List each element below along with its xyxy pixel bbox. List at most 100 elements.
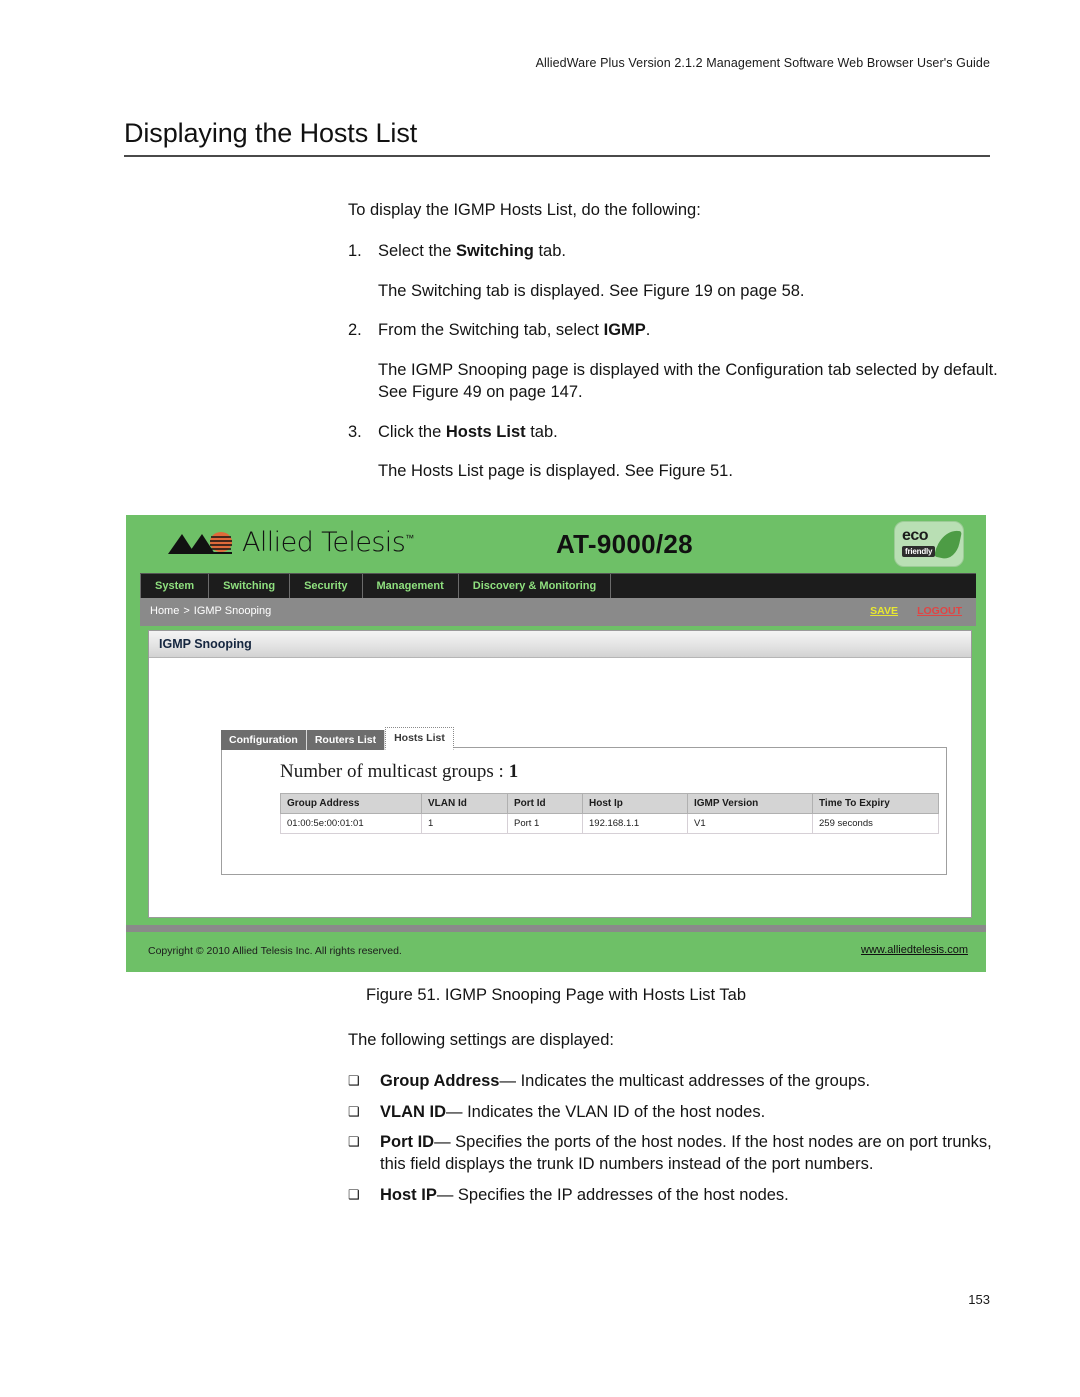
- device-footer: Copyright © 2010 Allied Telesis Inc. All…: [126, 925, 986, 972]
- col-vlan-id: VLAN Id: [421, 793, 508, 814]
- breadcrumb: Home > IGMP Snooping: [150, 605, 271, 617]
- bullet-square-icon: ❑: [348, 1072, 360, 1088]
- bullet-host-ip: ❑ Host IP— Specifies the IP addresses of…: [348, 1185, 1008, 1207]
- step-2-lead: From the Switching tab, select: [378, 321, 604, 340]
- tab-configuration[interactable]: Configuration: [221, 730, 307, 751]
- main-nav: System Switching Security Management Dis…: [140, 573, 976, 598]
- nav-tab-system[interactable]: System: [140, 574, 210, 598]
- intro-paragraph: To display the IGMP Hosts List, do the f…: [348, 201, 701, 219]
- col-time-to-expiry: Time To Expiry: [812, 793, 939, 814]
- bullet-square-icon: ❑: [348, 1134, 360, 1150]
- content-panel: IGMP Snooping Configuration Routers List…: [148, 630, 972, 918]
- step-2-tail: .: [645, 321, 651, 340]
- running-header: AlliedWare Plus Version 2.1.2 Management…: [535, 56, 990, 70]
- bullet-group-address: ❑ Group Address— Indicates the multicast…: [348, 1071, 1008, 1093]
- hosts-list-content: Number of multicast groups :1 Group Addr…: [221, 747, 947, 875]
- step-1-lead: Select the: [378, 241, 456, 260]
- cell-time-to-expiry: 259 seconds: [812, 813, 939, 834]
- footer-copyright: Copyright © 2010 Allied Telesis Inc. All…: [148, 945, 402, 957]
- nav-tab-discovery-monitoring[interactable]: Discovery & Monitoring: [459, 574, 612, 598]
- step-3-lead: Click the: [378, 422, 446, 441]
- sub-tabs: Configuration Routers List Hosts List: [221, 727, 454, 751]
- cell-vlan-id: 1: [421, 813, 508, 834]
- step-1-tail: tab.: [533, 241, 566, 260]
- multicast-group-count-value: 1: [508, 761, 519, 782]
- step-3-tail: tab.: [525, 422, 558, 441]
- bullet-term-vlan-id: VLAN ID: [380, 1102, 446, 1121]
- col-host-ip: Host Ip: [582, 793, 688, 814]
- multicast-group-count-label: Number of multicast groups :: [280, 761, 504, 782]
- breadcrumb-separator: >: [183, 605, 190, 617]
- eco-badge-sub: friendly: [902, 546, 936, 557]
- breadcrumb-current: IGMP Snooping: [193, 605, 272, 617]
- step-3-number: 3.: [348, 422, 362, 441]
- document-page: AlliedWare Plus Version 2.1.2 Management…: [0, 0, 1080, 1397]
- step-2-text: From the Switching tab, select IGMP.: [378, 320, 1008, 342]
- figure-device-screenshot: Allied Telesis™ AT-9000/28 eco friendly …: [126, 515, 986, 972]
- breadcrumb-bar: Home > IGMP Snooping SAVE LOGOUT: [140, 598, 976, 626]
- nav-tab-management[interactable]: Management: [363, 574, 459, 598]
- tab-hosts-list[interactable]: Hosts List: [385, 727, 454, 751]
- step-2-number: 2.: [348, 321, 362, 340]
- page-title: Displaying the Hosts List: [124, 118, 418, 148]
- step-1-result: The Switching tab is displayed. See Figu…: [378, 281, 805, 300]
- title-divider: [124, 155, 990, 157]
- col-group-address: Group Address: [280, 793, 422, 814]
- trademark-symbol: ™: [405, 534, 414, 544]
- col-port-id: Port Id: [507, 793, 583, 814]
- step-1-text: Select the Switching tab.: [378, 241, 1008, 263]
- step-2-result: The IGMP Snooping page is displayed with…: [378, 361, 998, 401]
- device-model: AT-9000/28: [556, 529, 693, 559]
- breadcrumb-home[interactable]: Home: [150, 605, 179, 617]
- col-igmp-version: IGMP Version: [687, 793, 813, 814]
- figure-caption: Figure 51. IGMP Snooping Page with Hosts…: [365, 986, 746, 1004]
- step-2-bold: IGMP: [603, 321, 646, 340]
- bullet-square-icon: ❑: [348, 1186, 360, 1202]
- bullet-term-port-id: Port ID: [380, 1133, 435, 1152]
- tab-routers-list[interactable]: Routers List: [306, 730, 386, 751]
- step-3-text: Click the Hosts List tab.: [378, 422, 1008, 444]
- bullet-term-group-address: Group Address: [380, 1071, 500, 1090]
- logout-button[interactable]: LOGOUT: [917, 605, 962, 617]
- step-1: 1. Select the Switching tab.: [348, 241, 1008, 263]
- cell-group-address: 01:00:5e:00:01:01: [280, 813, 422, 834]
- body-column: To display the IGMP Hosts List, do the f…: [348, 200, 1008, 501]
- save-button[interactable]: SAVE: [870, 605, 898, 617]
- footer-website-link[interactable]: www.alliedtelesis.com: [861, 944, 968, 956]
- bullet-desc-host-ip: — Specifies the IP addresses of the host…: [436, 1185, 789, 1204]
- bullet-square-icon: ❑: [348, 1103, 360, 1119]
- bullet-term-host-ip: Host IP: [380, 1185, 437, 1204]
- eco-badge-main: eco: [902, 527, 929, 544]
- step-2: 2. From the Switching tab, select IGMP.: [348, 320, 1008, 342]
- leaf-icon: [934, 527, 962, 561]
- cell-host-ip: 192.168.1.1: [582, 813, 688, 834]
- multicast-group-count: Number of multicast groups :1: [222, 748, 946, 793]
- brand-name: Allied Telesis™: [242, 527, 414, 558]
- step-3-bold: Hosts List: [445, 422, 526, 441]
- brand-logo: Allied Telesis™: [168, 527, 414, 558]
- step-1-bold: Switching: [455, 241, 534, 260]
- cell-port-id: Port 1: [507, 813, 583, 834]
- nav-tab-switching[interactable]: Switching: [209, 574, 291, 598]
- bullet-desc-group-address: — Indicates the multicast addresses of t…: [499, 1071, 871, 1090]
- page-number: 153: [968, 1292, 990, 1307]
- nav-tab-security[interactable]: Security: [290, 574, 363, 598]
- bullet-desc-port-id: — Specifies the ports of the host nodes.…: [380, 1133, 992, 1174]
- step-3: 3. Click the Hosts List tab.: [348, 422, 1008, 444]
- step-1-number: 1.: [348, 241, 362, 260]
- step-3-result: The Hosts List page is displayed. See Fi…: [378, 462, 733, 481]
- bullet-desc-vlan-id: — Indicates the VLAN ID of the host node…: [446, 1102, 766, 1121]
- settings-section: The following settings are displayed: ❑ …: [348, 1030, 1008, 1216]
- allied-telesis-logo-icon: [168, 530, 234, 556]
- device-topbar: Allied Telesis™ AT-9000/28 eco friendly: [126, 515, 986, 573]
- cell-igmp-version: V1: [687, 813, 813, 834]
- bullet-port-id: ❑ Port ID— Specifies the ports of the ho…: [348, 1132, 1008, 1176]
- table-header-row: Group Address VLAN Id Port Id Host Ip IG…: [280, 793, 939, 814]
- table-row: 01:00:5e:00:01:01 1 Port 1 192.168.1.1 V…: [280, 813, 939, 834]
- hosts-table: Group Address VLAN Id Port Id Host Ip IG…: [280, 793, 939, 834]
- bullet-vlan-id: ❑ VLAN ID— Indicates the VLAN ID of the …: [348, 1102, 1008, 1124]
- panel-header: IGMP Snooping: [149, 631, 971, 658]
- eco-friendly-badge-icon: eco friendly: [894, 521, 964, 567]
- panel-title: IGMP Snooping: [159, 637, 252, 651]
- settings-intro: The following settings are displayed:: [348, 1031, 614, 1049]
